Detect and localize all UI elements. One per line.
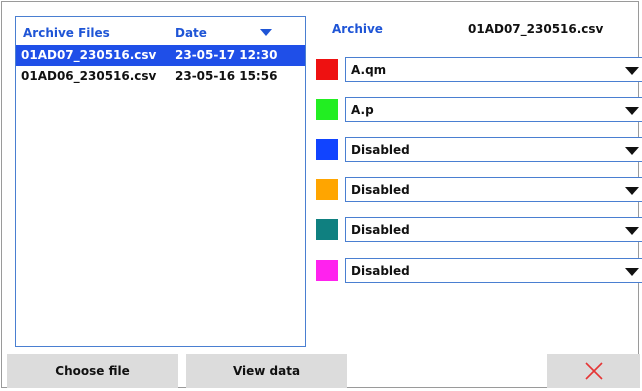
- dropdown-arrow-icon[interactable]: [625, 67, 639, 75]
- file-rows: 01AD07_230516.csv 23-05-17 12:30 01AD06_…: [16, 45, 305, 87]
- dropdown-arrow-icon[interactable]: [625, 147, 639, 155]
- file-row[interactable]: 01AD06_230516.csv 23-05-16 15:56: [16, 66, 305, 87]
- channel-select[interactable]: A.p: [345, 97, 642, 122]
- archive-label: Archive: [332, 22, 383, 36]
- channel-color-swatch[interactable]: [316, 139, 338, 160]
- channel-select-value: Disabled: [351, 223, 410, 237]
- channel-select[interactable]: Disabled: [345, 217, 642, 242]
- channel-select-value: A.qm: [351, 63, 387, 77]
- choose-file-button[interactable]: Choose file: [7, 354, 178, 388]
- channel-select[interactable]: Disabled: [345, 258, 642, 283]
- view-data-button[interactable]: View data: [186, 354, 347, 388]
- archive-file-list[interactable]: Archive Files Date 01AD07_230516.csv 23-…: [15, 16, 306, 347]
- channel-color-swatch[interactable]: [316, 260, 338, 281]
- channel-color-swatch[interactable]: [316, 59, 338, 80]
- file-name: 01AD06_230516.csv: [21, 69, 157, 83]
- column-header-date[interactable]: Date: [175, 26, 207, 40]
- dropdown-arrow-icon[interactable]: [625, 227, 639, 235]
- column-header-archive-files[interactable]: Archive Files: [23, 26, 110, 40]
- channel-row-4: Disabled: [316, 177, 642, 202]
- file-name: 01AD07_230516.csv: [21, 48, 157, 62]
- channel-color-swatch[interactable]: [316, 179, 338, 200]
- channel-select-value: Disabled: [351, 183, 410, 197]
- channel-row-6: Disabled: [316, 258, 642, 283]
- dropdown-arrow-icon[interactable]: [625, 107, 639, 115]
- close-icon: [585, 362, 603, 380]
- channel-row-5: Disabled: [316, 217, 642, 242]
- channel-row-1: A.qm: [316, 57, 642, 82]
- file-row[interactable]: 01AD07_230516.csv 23-05-17 12:30: [16, 45, 305, 66]
- channel-row-2: A.p: [316, 97, 642, 122]
- channel-color-swatch[interactable]: [316, 219, 338, 240]
- channel-row-3: Disabled: [316, 137, 642, 162]
- file-list-header: Archive Files Date: [16, 17, 305, 45]
- archive-filename: 01AD07_230516.csv: [468, 22, 604, 36]
- channel-select[interactable]: A.qm: [345, 57, 642, 82]
- channel-select-value: Disabled: [351, 264, 410, 278]
- file-date: 23-05-17 12:30: [175, 48, 278, 62]
- channel-select-value: A.p: [351, 103, 374, 117]
- channel-select[interactable]: Disabled: [345, 177, 642, 202]
- dropdown-arrow-icon[interactable]: [625, 268, 639, 276]
- dropdown-arrow-icon[interactable]: [625, 187, 639, 195]
- channel-select[interactable]: Disabled: [345, 137, 642, 162]
- channel-select-value: Disabled: [351, 143, 410, 157]
- sort-descending-icon[interactable]: [260, 29, 272, 36]
- file-date: 23-05-16 15:56: [175, 69, 278, 83]
- channel-color-swatch[interactable]: [316, 99, 338, 120]
- close-button[interactable]: [547, 354, 640, 388]
